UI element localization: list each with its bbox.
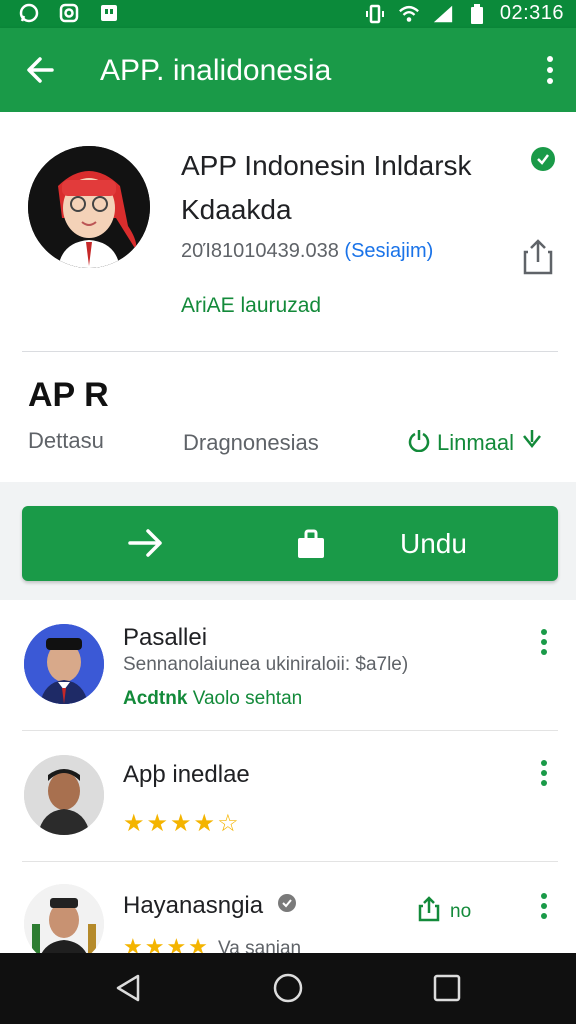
whatsapp-icon: [18, 2, 40, 24]
status-bar: 02:316: [0, 0, 576, 28]
reviewer-name: Pasallei: [123, 624, 208, 651]
more-vertical-icon[interactable]: [538, 892, 550, 920]
app-meta: 20Ί81010439.038 (Sesiajim): [181, 240, 433, 263]
battery-icon: [466, 3, 488, 25]
signal-icon: [432, 3, 454, 25]
arrow-back-icon[interactable]: [22, 52, 58, 88]
rating-stars: ★★★★☆: [123, 810, 241, 837]
open-link-label: no: [450, 901, 472, 922]
avatar: [24, 884, 104, 953]
reviewer-name-text: Hayanasngia: [123, 892, 264, 919]
stars-label: Acdtnk: [123, 688, 188, 709]
app-bar-title: APP. inalidonesia: [100, 54, 332, 87]
power-icon: [407, 428, 431, 458]
stat-right[interactable]: Linmaal: [407, 428, 544, 458]
app-icon: [28, 146, 150, 268]
navigation-bar: [0, 953, 576, 1024]
app-badge: AriAE lauruzad: [181, 294, 322, 317]
more-vertical-icon[interactable]: [538, 759, 550, 787]
install-button[interactable]: Undu: [22, 506, 558, 581]
rating-stars: ★★★★: [123, 934, 210, 953]
app-version: 20Ί81010439.038: [181, 240, 339, 262]
review-item: Apþ inedlae ★★★★☆: [0, 731, 576, 861]
open-link[interactable]: no: [418, 896, 471, 928]
wifi-icon: [398, 3, 420, 25]
rating-row: ★★★★ Va sanjan: [123, 934, 301, 953]
arrow-forward-icon: [126, 526, 166, 560]
nav-home-icon[interactable]: [273, 973, 303, 1003]
app-bar: APP. inalidonesia: [0, 28, 576, 112]
review-subtitle: Sennanolaiunea ukiniraloii: $a7le): [123, 654, 409, 675]
avatar: [24, 755, 104, 835]
stat-middle: Dragnonesias: [183, 430, 319, 455]
review-rating-text: Va sanjan: [218, 938, 302, 953]
nav-back-icon[interactable]: [114, 973, 144, 1003]
share-icon[interactable]: [522, 238, 554, 276]
review-rating-row: Acdtnk Vaolo sehtan: [123, 688, 302, 710]
open-external-icon: [418, 896, 440, 928]
divider: [22, 351, 558, 352]
chevron-down-icon: [520, 428, 544, 458]
avatar: [24, 624, 104, 704]
instagram-icon: [58, 2, 80, 24]
review-item: Pasallei Sennanolaiunea ukiniraloii: $a7…: [0, 600, 576, 730]
reviewer-name: Hayanasngia: [123, 892, 298, 921]
app-name: APP Indonesin Inldarsk Kdaakda: [181, 150, 472, 225]
app-meta-link[interactable]: (Sesiajim): [344, 240, 433, 262]
shopping-bag-icon: [296, 528, 326, 560]
verified-gear-icon: [276, 892, 298, 921]
stat-right-label: Linmaal: [437, 430, 515, 455]
notification-icon: [98, 2, 120, 24]
vibrate-icon: [364, 3, 386, 25]
reviewer-name: Apþ inedlae: [123, 761, 250, 788]
review-item: Hayanasngia no ★★★★ Va sanjan: [0, 862, 576, 953]
more-vertical-icon[interactable]: [544, 54, 556, 86]
review-rating-text: Vaolo sehtan: [192, 688, 303, 709]
section-title: AP R: [28, 376, 109, 414]
status-time: 02:316: [499, 2, 564, 24]
stat-left: Dettasu: [28, 428, 104, 453]
verified-icon: [530, 146, 556, 172]
more-vertical-icon[interactable]: [538, 628, 550, 656]
install-button-label: Undu: [400, 528, 467, 559]
nav-recents-icon[interactable]: [432, 973, 462, 1003]
